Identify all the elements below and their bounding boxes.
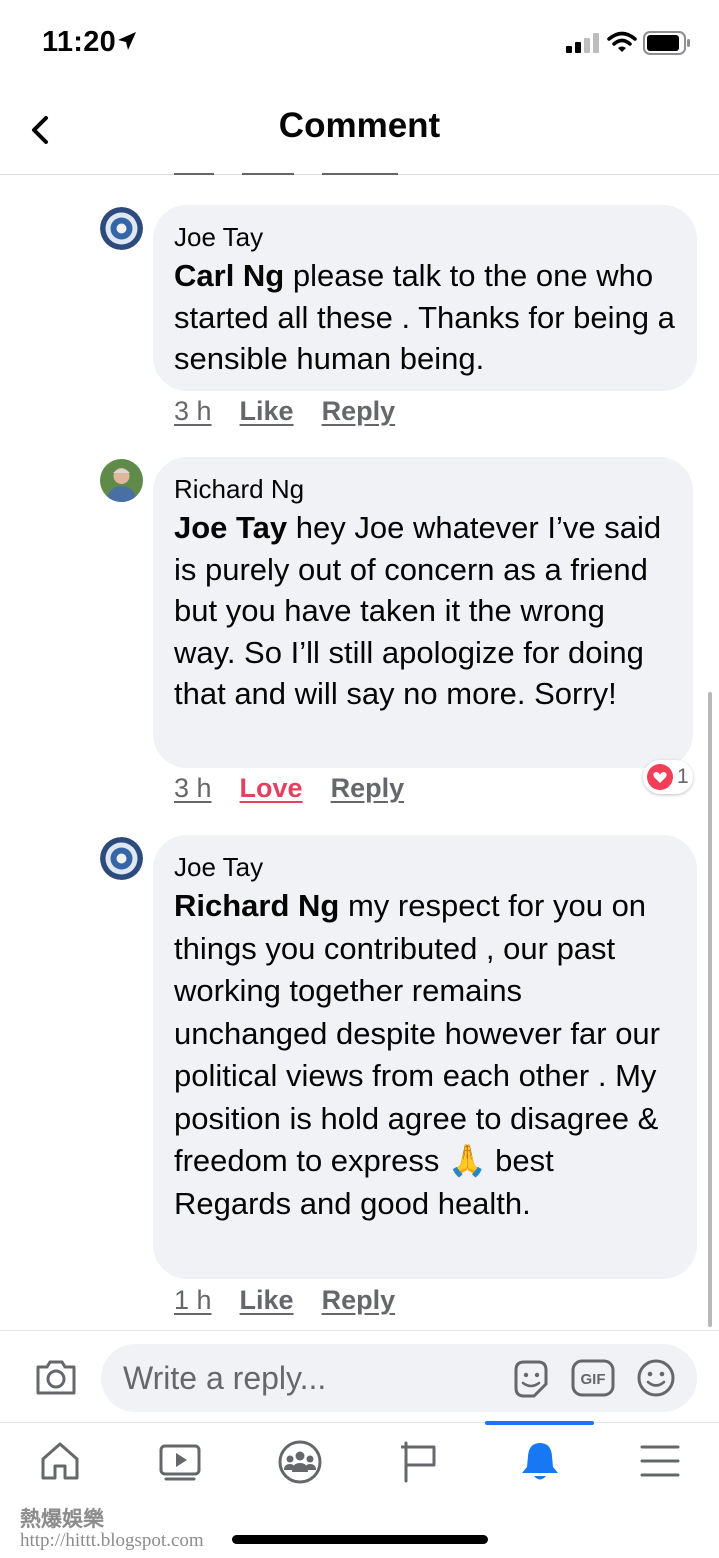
tab-notifications[interactable] xyxy=(490,1423,590,1503)
badge-logo-icon xyxy=(100,207,143,250)
emoji-icon[interactable] xyxy=(636,1358,676,1398)
wifi-icon xyxy=(607,31,637,52)
tab-groups[interactable] xyxy=(250,1423,350,1503)
profile-photo-icon xyxy=(100,459,143,502)
badge-logo-icon xyxy=(100,837,143,880)
scrollbar[interactable] xyxy=(708,692,712,1327)
love-button[interactable]: Love xyxy=(240,773,303,804)
like-button[interactable]: Like xyxy=(240,396,294,427)
comment-bubble: Richard Ng Joe Tay hey Joe whatever I’ve… xyxy=(153,457,693,768)
comment-author[interactable]: Richard Ng xyxy=(174,473,673,505)
reply-box: GIF xyxy=(101,1344,697,1412)
love-reaction-icon xyxy=(647,764,673,790)
comment-author[interactable]: Joe Tay xyxy=(174,221,677,253)
watermark: 熱爆娛樂 http://hittt.blogspot.com xyxy=(20,1508,204,1552)
battery-icon xyxy=(643,31,690,55)
hamburger-menu-icon xyxy=(640,1445,680,1477)
sticker-icon[interactable] xyxy=(510,1358,552,1400)
mention[interactable]: Richard Ng xyxy=(174,888,339,923)
bell-icon xyxy=(522,1443,558,1480)
mention[interactable]: Carl Ng xyxy=(174,258,284,293)
comment-actions: 3 h Like Reply xyxy=(174,396,395,427)
comment-author[interactable]: Joe Tay xyxy=(174,851,677,883)
reply-composer: GIF xyxy=(0,1330,719,1422)
reply-button[interactable]: Reply xyxy=(331,773,405,804)
watermark-url: http://hittt.blogspot.com xyxy=(20,1530,204,1551)
status-time: 11:20 xyxy=(42,26,117,58)
signal-icon xyxy=(566,33,599,53)
tab-watch[interactable] xyxy=(130,1423,230,1503)
comment-actions: 1 h Like Reply xyxy=(174,1285,395,1316)
comment-bubble: Joe Tay Carl Ng please talk to the one w… xyxy=(153,205,697,391)
reaction-badge[interactable]: 1 xyxy=(643,760,693,794)
comment-time[interactable]: 3 h xyxy=(174,773,212,804)
home-icon xyxy=(41,1442,79,1480)
tab-pages[interactable] xyxy=(370,1423,470,1503)
reply-button[interactable]: Reply xyxy=(322,396,396,427)
comment-text: Carl Ng please talk to the one who start… xyxy=(174,258,675,377)
watermark-title: 熱爆娛樂 xyxy=(20,1507,104,1531)
home-indicator[interactable] xyxy=(232,1535,488,1544)
tab-menu[interactable] xyxy=(610,1423,710,1503)
avatar[interactable] xyxy=(100,459,143,502)
previous-comment-actions xyxy=(172,160,432,176)
gif-label: GIF xyxy=(581,1371,606,1388)
comment-time[interactable]: 1 h xyxy=(174,1285,212,1316)
comment-bubble: Joe Tay Richard Ng my respect for you on… xyxy=(153,835,697,1279)
comment-text: Joe Tay hey Joe whatever I’ve said is pu… xyxy=(174,510,662,712)
reaction-count: 1 xyxy=(677,765,689,788)
comment-time[interactable]: 3 h xyxy=(174,396,212,427)
page-title: Comment xyxy=(278,106,441,145)
camera-icon[interactable] xyxy=(34,1357,78,1397)
location-arrow-icon xyxy=(118,32,136,50)
avatar[interactable] xyxy=(100,207,143,250)
video-play-icon xyxy=(159,1444,201,1481)
like-button[interactable]: Like xyxy=(240,1285,294,1316)
reply-input[interactable] xyxy=(123,1344,503,1412)
tab-home[interactable] xyxy=(10,1423,110,1503)
mention[interactable]: Joe Tay xyxy=(174,510,287,545)
comment-actions: 3 h Love Reply xyxy=(174,773,404,804)
gif-icon[interactable]: GIF xyxy=(571,1359,615,1397)
groups-icon xyxy=(278,1440,322,1484)
comment-text: Richard Ng my respect for you on things … xyxy=(174,888,660,1221)
reply-button[interactable]: Reply xyxy=(322,1285,396,1316)
status-bar: 11:20 xyxy=(0,0,719,88)
flag-icon xyxy=(401,1441,436,1483)
avatar[interactable] xyxy=(100,837,143,880)
